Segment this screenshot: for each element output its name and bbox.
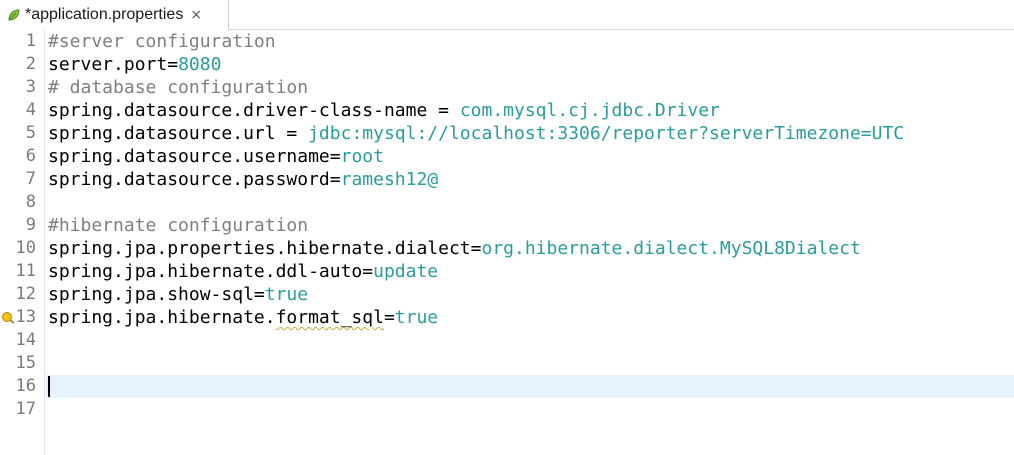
editor-body: 1 2 3 4 5 6 7 8 9 10 11 12 13 14 15 16 17 #server config… — [0, 30, 1014, 455]
editor-window: *application.properties × 1 2 3 4 5 6 7 8 9 10 11 1… — [0, 0, 1014, 455]
editor-tab-strip: *application.properties × — [0, 0, 1014, 30]
comment-text: # database configuration — [48, 77, 309, 98]
code-line: spring.datasource.username=root — [48, 145, 384, 168]
line-number: 7 — [25, 169, 36, 189]
line-number: 5 — [25, 123, 36, 143]
property-value: ramesh12@ — [340, 169, 439, 190]
line-number: 3 — [25, 77, 36, 97]
property-value: true — [394, 307, 439, 328]
line-number: 1 — [25, 31, 36, 51]
property-value: jdbc:mysql://localhost:3306/reporter?ser… — [308, 123, 905, 144]
code-line: spring.jpa.show-sql=true — [48, 283, 308, 306]
line-number: 6 — [25, 146, 36, 166]
text-cursor — [48, 376, 50, 397]
assignment-operator: = — [275, 123, 309, 144]
assignment-operator: = — [470, 238, 482, 259]
comment-text: #hibernate configuration — [48, 215, 309, 236]
property-value: 8080 — [178, 54, 222, 75]
code-area[interactable]: #server configuration server.port=8080 # d… — [46, 30, 1014, 455]
code-line: spring.jpa.hibernate.format_sql=true — [48, 306, 438, 329]
code-line: spring.datasource.password=ramesh12@ — [48, 168, 438, 191]
property-key: server.port — [48, 54, 168, 75]
assignment-operator: = — [167, 54, 179, 75]
property-key: spring.datasource.password — [48, 169, 330, 190]
property-key: spring.datasource.driver-class-name — [48, 100, 428, 121]
code-line: spring.jpa.properties.hibernate.dialect=… — [48, 237, 861, 260]
property-key: spring.jpa.show-sql — [48, 284, 254, 305]
line-number: 14 — [15, 330, 36, 350]
line-number: 4 — [25, 100, 36, 120]
property-key-spelling-warning: format_sql — [275, 307, 384, 328]
property-key: spring.jpa.hibernate.ddl-auto — [48, 261, 363, 282]
comment-text: #server configuration — [48, 31, 276, 52]
property-key: spring.jpa.properties.hibernate.dialect — [48, 238, 471, 259]
property-value: com.mysql.cj.jdbc.Driver — [459, 100, 720, 121]
code-line: spring.datasource.driver-class-name = co… — [48, 99, 720, 122]
warning-marker-icon[interactable] — [1, 310, 15, 324]
line-number: 17 — [15, 399, 36, 419]
tab-application-properties[interactable]: *application.properties × — [0, 0, 229, 30]
property-value: org.hibernate.dialect.MySQL8Dialect — [481, 238, 861, 259]
assignment-operator: = — [329, 169, 341, 190]
close-icon[interactable]: × — [190, 8, 202, 22]
line-number: 2 — [25, 54, 36, 74]
property-value: update — [373, 261, 439, 282]
property-key: spring.datasource.url — [48, 123, 276, 144]
code-line: spring.jpa.hibernate.ddl-auto=update — [48, 260, 438, 283]
property-value: root — [340, 146, 384, 167]
line-number: 10 — [15, 238, 36, 258]
code-line: server.port=8080 — [48, 53, 221, 76]
assignment-operator: = — [427, 100, 460, 121]
assignment-operator: = — [253, 284, 265, 305]
assignment-operator: = — [362, 261, 374, 282]
line-number: 11 — [15, 261, 36, 281]
assignment-operator: = — [383, 307, 395, 328]
line-number: 15 — [15, 353, 36, 373]
property-key-prefix: spring.jpa.hibernate. — [48, 307, 276, 328]
tab-title: *application.properties — [25, 6, 184, 23]
line-number: 8 — [25, 192, 36, 212]
property-key: spring.datasource.username — [48, 146, 330, 167]
line-number: 16 — [15, 376, 36, 396]
line-number: 9 — [25, 215, 36, 235]
code-line: # database configuration — [48, 76, 308, 99]
line-number-gutter[interactable]: 1 2 3 4 5 6 7 8 9 10 11 12 13 14 15 16 17 — [0, 30, 45, 455]
code-line: spring.datasource.url = jdbc:mysql://loc… — [48, 122, 904, 145]
line-number: 12 — [15, 284, 36, 304]
properties-file-icon — [6, 7, 22, 23]
property-value: true — [264, 284, 309, 305]
code-line: #server configuration — [48, 30, 276, 53]
code-line: #hibernate configuration — [48, 214, 308, 237]
assignment-operator: = — [329, 146, 341, 167]
